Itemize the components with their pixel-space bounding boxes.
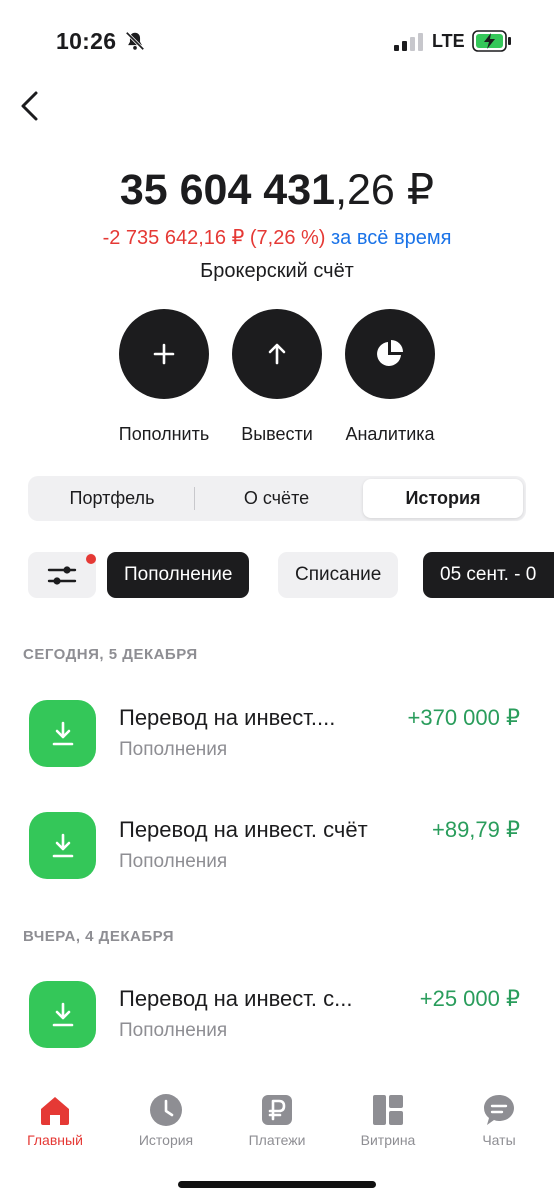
day-header: СЕГОДНЯ, 5 ДЕКАБРЯ — [23, 646, 198, 663]
transaction-amount: +25 000 ₽ — [419, 986, 520, 1011]
tab-chats-label: Чаты — [482, 1132, 516, 1148]
change-period-link[interactable]: за всё время — [331, 227, 451, 249]
transaction-title: Перевод на инвест.... — [119, 705, 336, 730]
balance-change: -2 735 642,16 ₽ (7,26 %) за всё время — [0, 226, 554, 250]
arrow-up-icon — [268, 343, 286, 365]
filter-deposit-chip[interactable]: Пополнение — [107, 552, 250, 598]
tab-home[interactable]: Главный — [0, 1086, 110, 1148]
transaction-row[interactable]: Перевод на инвест.... Пополнения +370 00… — [0, 700, 554, 770]
clock-icon — [150, 1094, 182, 1126]
battery-charging-icon — [472, 30, 511, 52]
deposit-circle[interactable] — [119, 309, 209, 399]
signal-icon — [394, 33, 423, 51]
withdraw-circle[interactable] — [232, 309, 322, 399]
deposit-download-icon — [29, 981, 96, 1048]
showcase-icon — [373, 1095, 403, 1125]
analytics-circle[interactable] — [345, 309, 435, 399]
day-header: ВЧЕРА, 4 ДЕКАБРЯ — [23, 928, 175, 945]
tab-history-nav[interactable]: История — [111, 1086, 221, 1148]
tab-about-account[interactable]: О счёте — [194, 479, 359, 518]
status-bar: 10:26 LTE — [0, 0, 554, 84]
balance-integer: 35 604 431 — [119, 166, 336, 214]
balance-fraction: ,26 ₽ — [335, 166, 435, 214]
balance-total: 35 604 431,26 ₽ — [0, 164, 554, 216]
deposit-download-icon — [29, 812, 96, 879]
account-actions: Пополнить Вывести Аналитика — [0, 309, 554, 449]
tab-history-label: История — [138, 1132, 194, 1148]
bottom-tab-bar: Главный История Платежи Витрина Чаты — [0, 1086, 554, 1166]
transaction-row[interactable]: Перевод на инвест. счёт Пополнения +89,7… — [0, 812, 554, 882]
tab-chats[interactable]: Чаты — [444, 1086, 554, 1148]
transaction-row[interactable]: Перевод на инвест. с... Пополнения +25 0… — [0, 981, 554, 1051]
transaction-amount: +89,79 ₽ — [431, 817, 520, 842]
account-tabs: Портфель О счёте История — [28, 476, 526, 521]
ruble-icon — [262, 1095, 292, 1125]
tab-history[interactable]: История — [363, 479, 523, 518]
analytics-button[interactable]: Аналитика — [320, 309, 460, 449]
transaction-title: Перевод на инвест. с... — [119, 986, 353, 1011]
account-name: Брокерский счёт — [200, 260, 354, 282]
filter-active-dot — [86, 554, 96, 564]
tab-payments-label: Платежи — [248, 1132, 306, 1148]
status-time: 10:26 — [56, 28, 117, 54]
transaction-category: Пополнения — [119, 1020, 228, 1041]
change-value: -2 735 642,16 ₽ (7,26 %) — [102, 227, 326, 249]
tab-home-label: Главный — [27, 1132, 83, 1148]
plus-icon — [153, 343, 175, 365]
home-indicator[interactable] — [178, 1181, 376, 1188]
tab-portfolio[interactable]: Портфель — [31, 479, 193, 518]
chat-icon — [484, 1095, 514, 1125]
home-icon — [41, 1097, 69, 1125]
transaction-amount: +370 000 ₽ — [407, 705, 520, 730]
tab-payments[interactable]: Платежи — [222, 1086, 332, 1148]
pie-chart-icon — [377, 340, 403, 366]
filter-withdrawal-chip[interactable]: Списание — [278, 552, 399, 598]
transaction-category: Пополнения — [119, 851, 228, 872]
history-filters: Пополнение Списание 05 сент. - 0 — [0, 552, 554, 599]
network-type: LTE — [432, 31, 465, 51]
analytics-label: Аналитика — [345, 424, 435, 444]
filter-date-chip[interactable]: 05 сент. - 0 — [423, 552, 554, 598]
deposit-download-icon — [29, 700, 96, 767]
transaction-category: Пополнения — [119, 739, 228, 760]
tab-showcase[interactable]: Витрина — [333, 1086, 443, 1148]
transaction-title: Перевод на инвест. счёт — [119, 817, 368, 842]
back-chevron-icon[interactable] — [14, 88, 50, 124]
bell-muted-icon — [125, 31, 145, 51]
tab-showcase-label: Витрина — [360, 1132, 416, 1148]
